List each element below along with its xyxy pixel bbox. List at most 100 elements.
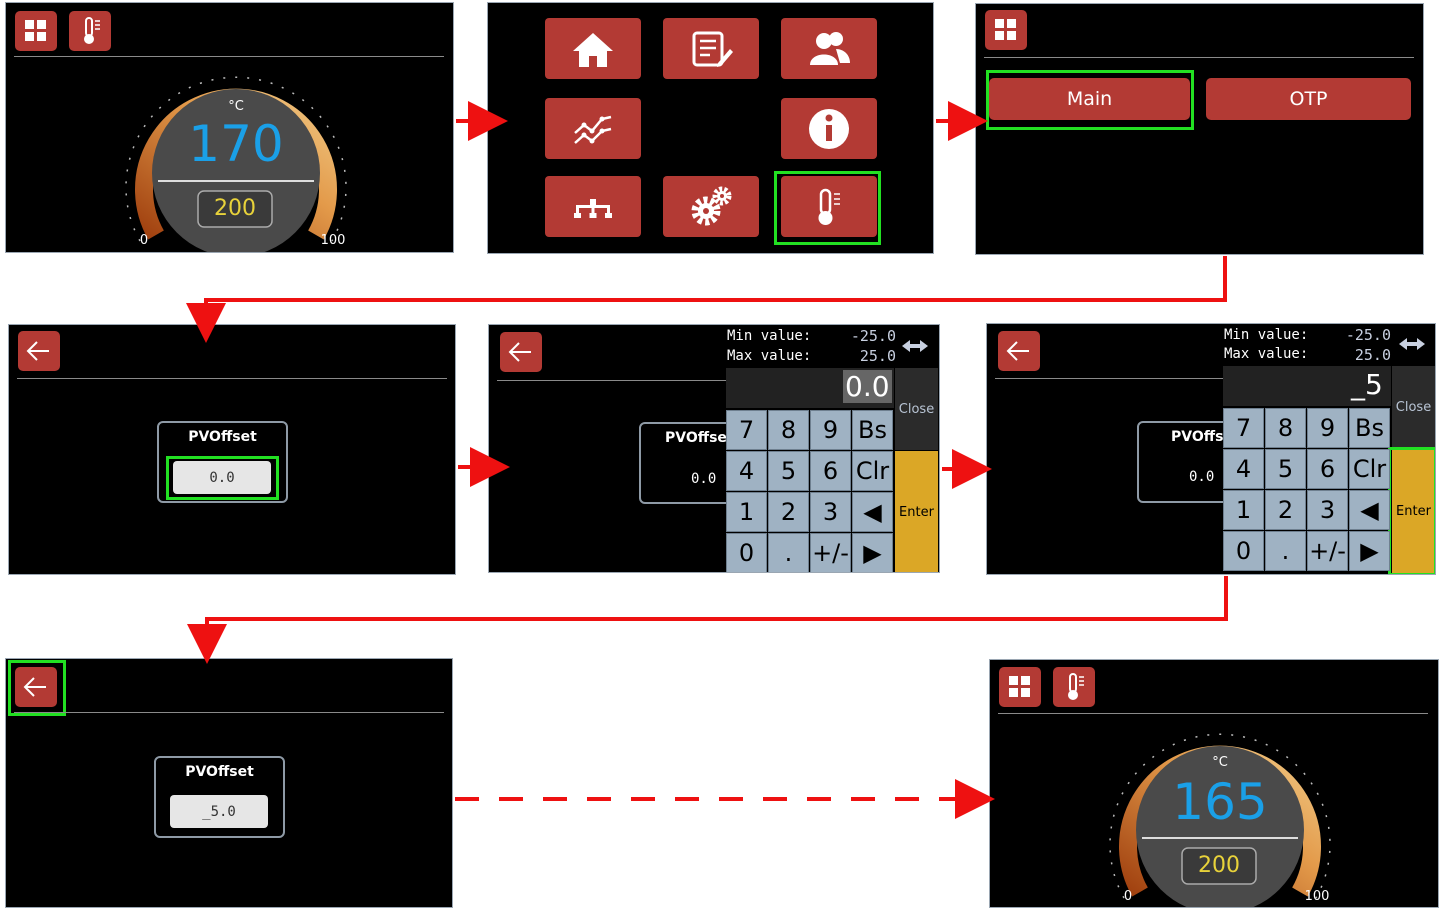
move-arrows-icon[interactable] xyxy=(1399,337,1425,351)
otp-button[interactable]: OTP xyxy=(1206,78,1411,120)
gauge-min-label: 0 xyxy=(1123,889,1133,904)
highlight-pvoffset-input xyxy=(166,456,279,500)
keypad-key[interactable]: Bs xyxy=(1349,408,1390,448)
keypad-key[interactable]: +/- xyxy=(810,533,851,572)
grid-icon xyxy=(25,20,46,41)
tile-users[interactable] xyxy=(781,18,877,79)
thermometer-icon xyxy=(1068,673,1084,700)
report-icon xyxy=(692,31,733,67)
move-arrows-icon[interactable] xyxy=(902,339,928,353)
keypad-key[interactable]: 0 xyxy=(1223,531,1264,571)
highlight-back-button xyxy=(8,660,66,716)
back-button[interactable] xyxy=(18,331,60,371)
settings-icon xyxy=(691,186,732,225)
back-arrow-icon xyxy=(508,342,531,362)
keypad-key[interactable]: 7 xyxy=(1223,408,1264,448)
trend-icon xyxy=(574,115,612,144)
keypad-key[interactable]: . xyxy=(1265,531,1306,571)
temperature-button[interactable] xyxy=(69,11,111,51)
keypad-display-value: _5 xyxy=(1351,368,1383,401)
keypad-key[interactable]: Clr xyxy=(852,451,893,491)
keypad-close-button[interactable]: Close xyxy=(895,368,938,450)
keypad-display-value: 0.0 xyxy=(843,370,892,403)
keypad-key[interactable]: 4 xyxy=(1223,449,1264,489)
min-value: -25.0 xyxy=(1345,326,1391,344)
screen-config-select: Main OTP xyxy=(975,3,1424,255)
back-button[interactable] xyxy=(998,331,1040,371)
keypad-key[interactable]: 4 xyxy=(726,451,767,491)
keypad-key[interactable]: 7 xyxy=(726,410,767,450)
info-icon xyxy=(809,108,849,149)
setpoint-value[interactable]: 200 xyxy=(1182,853,1256,878)
keypad-key[interactable]: 0 xyxy=(726,533,767,572)
pvoffset-label: PVOffset xyxy=(188,429,257,445)
screen-home-gauge-1: °C 170 200 0 100 xyxy=(5,2,454,253)
setpoint-value[interactable]: 200 xyxy=(198,196,272,221)
temperature-button[interactable] xyxy=(1053,667,1095,707)
max-value-label: Max value: xyxy=(727,348,812,364)
menu-grid-button[interactable] xyxy=(985,10,1027,50)
keypad-key[interactable]: ◀ xyxy=(1349,490,1390,530)
network-icon xyxy=(574,198,612,218)
highlight-thermometer-tile xyxy=(774,171,881,245)
keypad-key[interactable]: 6 xyxy=(1307,449,1348,489)
keypad-key[interactable]: 1 xyxy=(726,492,767,532)
pvoffset-value: 0.0 xyxy=(691,471,717,487)
gauge-max-label: 100 xyxy=(320,233,346,248)
screen-pvoffset-1: PVOffset 0.0 xyxy=(8,324,456,575)
keypad-key[interactable]: +/- xyxy=(1307,531,1348,571)
home-icon xyxy=(573,32,613,67)
keypad-key[interactable]: Bs xyxy=(852,410,893,450)
pv-value: 165 xyxy=(1172,773,1268,831)
back-button[interactable] xyxy=(500,332,542,372)
keypad-key[interactable]: ▶ xyxy=(1349,531,1390,571)
grid-icon xyxy=(1009,676,1030,697)
tile-network[interactable] xyxy=(545,176,641,237)
keypad-key[interactable]: . xyxy=(768,533,809,572)
unit-label: °C xyxy=(1212,755,1228,770)
keypad-key[interactable]: 5 xyxy=(1265,449,1306,489)
keypad-key[interactable]: 9 xyxy=(810,410,851,450)
min-value-label: Min value: xyxy=(727,328,812,344)
keypad-enter-button[interactable]: Enter xyxy=(895,451,938,572)
pvoffset-input[interactable]: _5.0 xyxy=(170,795,268,828)
menu-grid-button[interactable] xyxy=(15,11,57,51)
keypad-key[interactable]: 5 xyxy=(768,451,809,491)
tile-settings[interactable] xyxy=(663,176,759,237)
users-icon xyxy=(810,31,850,65)
min-value-label: Min value: xyxy=(1224,327,1309,343)
keypad-key[interactable]: 1 xyxy=(1223,490,1264,530)
keypad-close-button[interactable]: Close xyxy=(1392,366,1435,448)
keypad-key[interactable]: 8 xyxy=(1265,408,1306,448)
screen-home-gauge-2: °C 165 200 0 100 xyxy=(989,659,1439,908)
max-value: 25.0 xyxy=(859,347,896,365)
unit-label: °C xyxy=(228,99,244,114)
keypad-key[interactable]: 2 xyxy=(768,492,809,532)
pv-value: 170 xyxy=(188,115,284,173)
back-arrow-icon xyxy=(1006,341,1029,361)
keypad-key[interactable]: 9 xyxy=(1307,408,1348,448)
keypad-key[interactable]: ◀ xyxy=(852,492,893,532)
keypad-key[interactable]: 6 xyxy=(810,451,851,491)
arrow-6-7 xyxy=(187,576,1228,664)
screen-main-menu xyxy=(487,2,934,254)
max-value-label: Max value: xyxy=(1224,346,1309,362)
keypad-key[interactable]: 2 xyxy=(1265,490,1306,530)
tile-trend[interactable] xyxy=(545,98,641,159)
tile-report[interactable] xyxy=(663,18,759,79)
thermometer-icon xyxy=(84,17,100,44)
menu-grid-button[interactable] xyxy=(999,667,1041,707)
tile-info[interactable] xyxy=(781,98,877,159)
min-value: -25.0 xyxy=(850,327,896,345)
keypad-key[interactable]: 8 xyxy=(768,410,809,450)
highlight-enter-button xyxy=(1388,447,1435,574)
keypad-keys: 7 8 9 Bs 4 5 6 Clr 1 2 3 ◀ 0. +/- ▶ xyxy=(726,410,894,572)
keypad-key[interactable]: 3 xyxy=(810,492,851,532)
keypad-key[interactable]: 3 xyxy=(1307,490,1348,530)
keypad-key[interactable]: Clr xyxy=(1349,449,1390,489)
tile-home[interactable] xyxy=(545,18,641,79)
gauge-min-label: 0 xyxy=(139,233,149,248)
keypad-key[interactable]: ▶ xyxy=(852,533,893,572)
gauge-max-label: 100 xyxy=(1304,889,1330,904)
highlight-main-button xyxy=(986,70,1194,130)
